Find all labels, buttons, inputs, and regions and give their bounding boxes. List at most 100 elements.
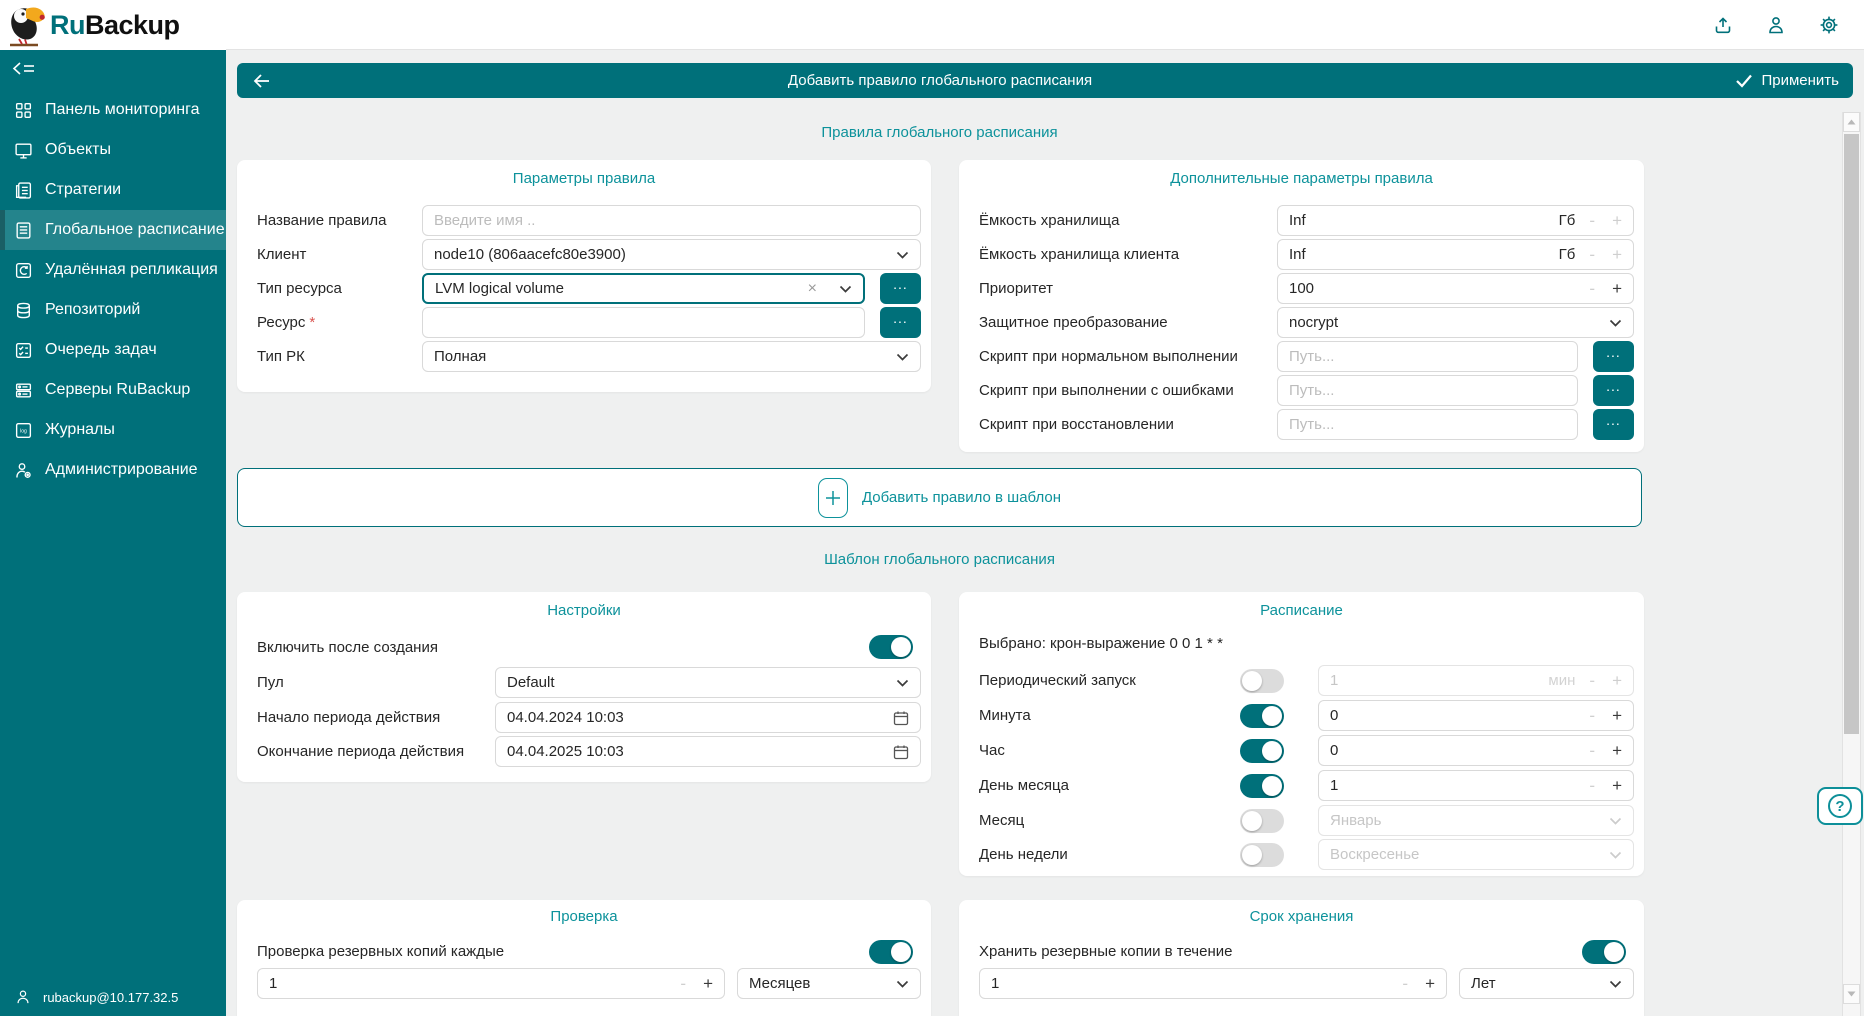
- decrement-button[interactable]: -: [1589, 279, 1595, 299]
- enable-after-creation-toggle[interactable]: [869, 635, 913, 659]
- decrement-button[interactable]: -: [1589, 706, 1595, 726]
- scroll-up-button[interactable]: [1843, 112, 1860, 132]
- month-toggle[interactable]: [1240, 809, 1284, 833]
- client-select[interactable]: node10 (806aacefc80e3900): [422, 239, 921, 270]
- day-of-month-input[interactable]: [1330, 777, 1589, 794]
- increment-button[interactable]: +: [1612, 211, 1622, 231]
- sidebar-item-task-queue[interactable]: Очередь задач: [0, 330, 226, 370]
- backup-type-select[interactable]: Полная: [422, 341, 921, 372]
- period-end-input[interactable]: [507, 743, 893, 760]
- increment-button[interactable]: +: [1612, 245, 1622, 265]
- rubackup-logo: RuBackup: [0, 0, 226, 50]
- day-of-month-toggle[interactable]: [1240, 774, 1284, 798]
- crypto-select[interactable]: nocrypt: [1277, 307, 1634, 338]
- increment-button[interactable]: +: [1612, 741, 1622, 761]
- sidebar-item-label: Администрирование: [45, 461, 198, 479]
- chevron-down-icon[interactable]: [839, 285, 852, 293]
- sidebar-item-global-schedule[interactable]: Глобальное расписание: [0, 210, 226, 250]
- user-profile-icon[interactable]: [1765, 14, 1787, 36]
- verification-interval-input[interactable]: [269, 975, 680, 992]
- periodic-run-input[interactable]: [1330, 672, 1548, 689]
- increment-button[interactable]: +: [1612, 706, 1622, 726]
- decrement-button[interactable]: -: [1589, 245, 1595, 265]
- gear-icon[interactable]: [1818, 14, 1840, 36]
- scroll-down-button[interactable]: [1843, 984, 1860, 1004]
- schedule-list-icon: [14, 221, 33, 240]
- retention-card: Срок хранения Хранить резервные копии в …: [959, 900, 1644, 1016]
- add-rule-to-template-button[interactable]: Добавить правило в шаблон: [237, 468, 1642, 527]
- decrement-button[interactable]: -: [680, 974, 686, 994]
- script-ok-input[interactable]: [1289, 348, 1566, 365]
- verification-toggle[interactable]: [869, 940, 913, 964]
- sidebar-item-administration[interactable]: Администрирование: [0, 450, 226, 490]
- increment-button[interactable]: +: [703, 974, 713, 994]
- chevron-down-icon: [896, 980, 909, 988]
- script-error-browse-button[interactable]: ...: [1593, 375, 1634, 406]
- question-mark-icon: ?: [1828, 794, 1852, 818]
- hour-toggle[interactable]: [1240, 739, 1284, 763]
- sidebar-item-remote-replication[interactable]: Удалённая репликация: [0, 250, 226, 290]
- sidebar-item-repository[interactable]: Репозиторий: [0, 290, 226, 330]
- increment-button[interactable]: +: [1612, 279, 1622, 299]
- script-restore-browse-button[interactable]: ...: [1593, 409, 1634, 440]
- help-button[interactable]: ?: [1817, 787, 1863, 825]
- clear-icon[interactable]: ×: [808, 280, 817, 298]
- script-error-label: Скрипт при выполнении с ошибками: [979, 375, 1234, 406]
- retention-toggle[interactable]: [1582, 940, 1626, 964]
- increment-button[interactable]: +: [1612, 671, 1622, 691]
- month-select[interactable]: Январь: [1318, 805, 1634, 836]
- apply-button[interactable]: Применить: [1735, 63, 1839, 98]
- periodic-run-field: мин - +: [1318, 665, 1634, 696]
- toucan-logo-icon: [6, 2, 48, 48]
- resource-type-combobox[interactable]: LVM logical volume ×: [422, 273, 865, 304]
- day-of-week-toggle[interactable]: [1240, 843, 1284, 867]
- increment-button[interactable]: +: [1425, 974, 1435, 994]
- monitor-icon: [14, 141, 33, 160]
- calendar-icon[interactable]: [893, 710, 909, 726]
- resource-browse-button[interactable]: ...: [880, 307, 921, 338]
- logo-text-ru: Ru: [50, 10, 85, 40]
- vertical-scrollbar[interactable]: [1842, 112, 1861, 1016]
- minute-toggle[interactable]: [1240, 704, 1284, 728]
- sidebar-item-objects[interactable]: Объекты: [0, 130, 226, 170]
- decrement-button[interactable]: -: [1402, 974, 1408, 994]
- back-button[interactable]: [250, 71, 272, 91]
- rubackup-app-window: RuBackup Панель мониторинга Объекты Стра…: [0, 0, 1864, 1016]
- import-upload-icon[interactable]: [1712, 14, 1734, 36]
- period-start-input[interactable]: [507, 709, 893, 726]
- decrement-button[interactable]: -: [1589, 671, 1595, 691]
- increment-button[interactable]: +: [1612, 776, 1622, 796]
- script-restore-input[interactable]: [1289, 416, 1566, 433]
- minute-input[interactable]: [1330, 707, 1589, 724]
- decrement-button[interactable]: -: [1589, 741, 1595, 761]
- calendar-icon[interactable]: [893, 744, 909, 760]
- pool-select[interactable]: Default: [495, 667, 921, 698]
- scrollbar-thumb[interactable]: [1844, 134, 1859, 734]
- decrement-button[interactable]: -: [1589, 776, 1595, 796]
- decrement-button[interactable]: -: [1589, 211, 1595, 231]
- hour-field: - +: [1318, 735, 1634, 766]
- resource-type-browse-button[interactable]: ...: [880, 273, 921, 304]
- verification-unit-select[interactable]: Месяцев: [737, 968, 921, 999]
- sidebar-item-strategies[interactable]: Стратегии: [0, 170, 226, 210]
- sidebar-item-servers[interactable]: Серверы RuBackup: [0, 370, 226, 410]
- storage-capacity-input[interactable]: [1289, 212, 1559, 229]
- client-storage-capacity-input[interactable]: [1289, 246, 1559, 263]
- hour-input[interactable]: [1330, 742, 1589, 759]
- retention-interval-input[interactable]: [991, 975, 1402, 992]
- sidebar-item-dashboard[interactable]: Панель мониторинга: [0, 90, 226, 130]
- priority-input[interactable]: [1289, 280, 1589, 297]
- periodic-run-toggle[interactable]: [1240, 669, 1284, 693]
- day-of-week-select[interactable]: Воскресенье: [1318, 839, 1634, 870]
- retention-unit-select[interactable]: Лет: [1459, 968, 1634, 999]
- script-error-input[interactable]: [1289, 382, 1566, 399]
- collapse-sidebar-icon[interactable]: [12, 60, 36, 78]
- script-ok-browse-button[interactable]: ...: [1593, 341, 1634, 372]
- sidebar-item-logs[interactable]: log Журналы: [0, 410, 226, 450]
- rule-name-input[interactable]: [434, 212, 909, 229]
- resource-input[interactable]: [434, 314, 853, 331]
- sidebar-item-label: Стратегии: [45, 181, 121, 199]
- sidebar-item-label: Объекты: [45, 141, 111, 159]
- sidebar-item-label: Серверы RuBackup: [45, 381, 190, 399]
- period-start-label: Начало периода действия: [257, 702, 440, 733]
